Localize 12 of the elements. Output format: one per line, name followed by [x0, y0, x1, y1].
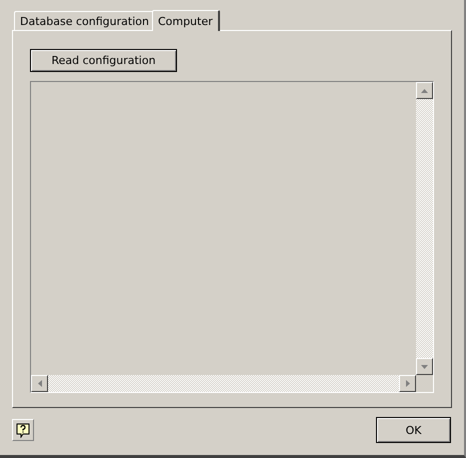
help-icon — [16, 422, 30, 438]
tab[interactable]: Computer — [152, 10, 220, 31]
help-button[interactable] — [12, 419, 34, 441]
tab[interactable]: Database configuration — [14, 11, 154, 30]
scroll-left-icon[interactable] — [31, 375, 48, 392]
vertical-scrollbar[interactable] — [416, 82, 433, 375]
read-configuration-button[interactable]: Read configuration — [30, 49, 177, 72]
scroll-right-icon[interactable] — [399, 375, 416, 392]
ok-button[interactable]: OK — [376, 417, 451, 443]
scroll-down-icon[interactable] — [416, 358, 433, 375]
horizontal-scrollbar[interactable] — [31, 375, 416, 392]
scroll-up-icon[interactable] — [416, 82, 433, 99]
